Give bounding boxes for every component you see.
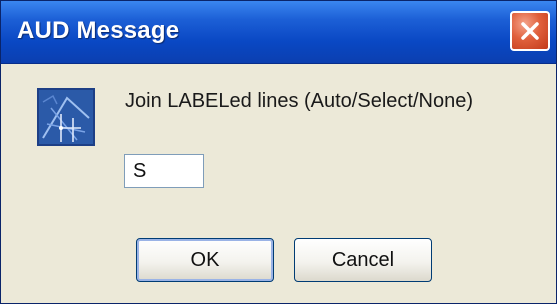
ok-button[interactable]: OK (136, 238, 274, 282)
message-dialog: AUD Message Join LABELed lines (Auto/Sel… (0, 0, 557, 304)
prompt-message: Join LABELed lines (Auto/Select/None) (125, 90, 473, 112)
drawing-app-icon (37, 88, 95, 146)
response-input[interactable] (124, 154, 204, 188)
dialog-body: Join LABELed lines (Auto/Select/None) OK… (1, 64, 556, 303)
close-button[interactable] (510, 11, 550, 51)
window-title: AUD Message (17, 17, 180, 44)
cancel-button[interactable]: Cancel (294, 238, 432, 282)
close-icon (521, 22, 539, 40)
title-bar[interactable]: AUD Message (1, 1, 556, 64)
